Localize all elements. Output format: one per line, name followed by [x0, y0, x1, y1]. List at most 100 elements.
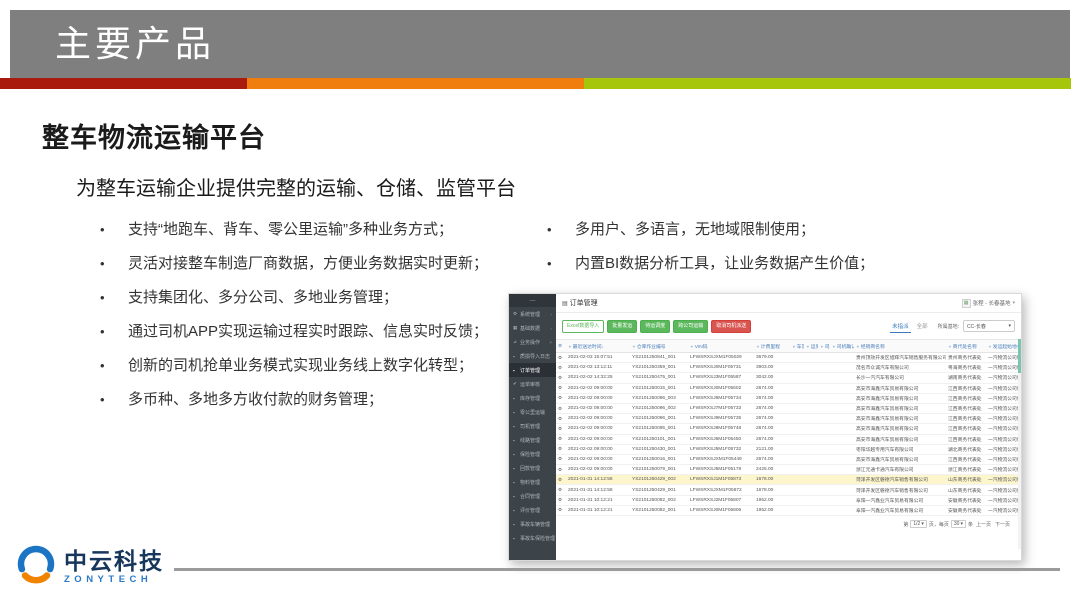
- base-select[interactable]: CC-长春 ▾: [963, 320, 1015, 332]
- cell-vin-link[interactable]: LFWSRXSJ7M1F05733: [688, 403, 754, 413]
- table-header-cell[interactable]: ▼仓库作业编号: [630, 340, 688, 353]
- cell-vin-link[interactable]: LFWSRXSJ0M1F05806: [688, 505, 754, 515]
- sidebar-item[interactable]: ▪ 质损导入日志: [509, 349, 556, 363]
- table-row[interactable]: ⚙ 2021-02-02 09:00:00 YS2101250101_001 L…: [556, 434, 1021, 444]
- menu-icon: —: [530, 298, 536, 304]
- table-row[interactable]: ⚙ 2021-01-31 14:12:58 YS2101250429_001 L…: [556, 485, 1021, 495]
- table-header-cell[interactable]: ▼最近送达时间↓: [566, 340, 630, 353]
- cell-vin-link[interactable]: LFWSRXSJ2M1F05807: [688, 495, 754, 505]
- scrollbar[interactable]: [1018, 339, 1021, 549]
- user-menu[interactable]: ▦ 张程 - 长春基地 ▾: [962, 299, 1015, 308]
- toolbar-button[interactable]: 跨公司运输: [673, 320, 708, 333]
- cell-dealer: 茂名市众诚汽车有限公司: [854, 363, 946, 373]
- cell-vin-link[interactable]: LFWSRXSJXM1F05029: [688, 353, 754, 363]
- sidebar-item[interactable]: ⊿ 业务操作 ˅: [509, 335, 556, 349]
- table-row[interactable]: ⚙ 2021-02-02 14:32:25 YS2101250475_001 L…: [556, 373, 1021, 383]
- table-header-cell[interactable]: ▼VIN码: [688, 340, 754, 353]
- sidebar-item[interactable]: ▪ 回款管理: [509, 461, 556, 475]
- scrollbar-thumb[interactable]: [1018, 339, 1021, 373]
- table-header-cell[interactable]: ▼运到时间: [804, 340, 818, 353]
- table-row[interactable]: ⚙ 2021-02-02 09:00:00 YS2101250096_003 L…: [556, 393, 1021, 403]
- table-header-cell[interactable]: ▼计费里程: [754, 340, 790, 353]
- sidebar-item[interactable]: ▪ 物料管理: [509, 475, 556, 489]
- table-header-cell[interactable]: ▼司机: [818, 340, 830, 353]
- sidebar-item[interactable]: ▪ 事故车保险管理: [509, 531, 556, 545]
- next-page-link[interactable]: 下一页: [994, 521, 1011, 528]
- sidebar-item[interactable]: ▪ 合同管理: [509, 489, 556, 503]
- table-row[interactable]: ⚙ 2021-02-02 09:00:00 YS2101250016_001 L…: [556, 454, 1021, 464]
- sidebar-item[interactable]: ▪ 评价管理: [509, 503, 556, 517]
- cell-vin-link[interactable]: LFWSRXSJ6M1F05450: [688, 434, 754, 444]
- cell-vin-link[interactable]: LFWSRXSJXM1F05449: [688, 454, 754, 464]
- toolbar-button[interactable]: 取消司机派送: [711, 320, 751, 333]
- table-header-cell[interactable]: ▼发运起始地名称: [986, 340, 1021, 353]
- table-row[interactable]: ⚙ 2021-02-02 09:00:00 YS2101250015_001 L…: [556, 383, 1021, 393]
- row-gear-icon[interactable]: ⚙: [556, 475, 566, 485]
- row-gear-icon[interactable]: ⚙: [556, 424, 566, 434]
- cell-arrival-time: [804, 444, 818, 454]
- table-header-cell[interactable]: ▼车队名称: [790, 340, 804, 353]
- sidebar-item[interactable]: ▪ 保险管理: [509, 447, 556, 461]
- cell-vin-link[interactable]: LFWSRXSJ6M1F05734: [688, 393, 754, 403]
- sidebar-item[interactable]: ▪ 订单管理: [509, 363, 556, 377]
- prev-page-link[interactable]: 上一页: [975, 521, 992, 528]
- sidebar-item-icon: ▪: [513, 368, 518, 373]
- row-gear-icon[interactable]: ⚙: [556, 353, 566, 363]
- sidebar-item[interactable]: ▪ 线路管理: [509, 433, 556, 447]
- table-row[interactable]: ⚙ 2021-01-31 14:12:58 YS2101250429_002 L…: [556, 475, 1021, 485]
- cell-vin-link[interactable]: LFWSRXSJ1M1F05873: [688, 475, 754, 485]
- row-gear-icon[interactable]: ⚙: [556, 495, 566, 505]
- table-row[interactable]: ⚙ 2021-01-31 10:12:21 YS2101250082_001 L…: [556, 505, 1021, 515]
- cell-vin-link[interactable]: LFWSRXSJ3M1F05587: [688, 373, 754, 383]
- cell-vin-link[interactable]: LFWSRXSJ8M1F05748: [688, 424, 754, 434]
- table-row[interactable]: ⚙ 2021-02-02 09:00:00 YS2101250096_002 L…: [556, 403, 1021, 413]
- row-gear-icon[interactable]: ⚙: [556, 383, 566, 393]
- filter-tab[interactable]: 全部: [915, 320, 930, 332]
- cell-vin-link[interactable]: LFWSRXSJ5M1F05178: [688, 465, 754, 475]
- cell-vin-link[interactable]: LFWSRXSJ5M1F05732: [688, 444, 754, 454]
- table-row[interactable]: ⚙ 2021-02-03 13:12:11 YS2101250359_001 L…: [556, 363, 1021, 373]
- table-header-cell[interactable]: ▼商代处名称: [946, 340, 986, 353]
- table-row[interactable]: ⚙ 2021-01-31 10:12:21 YS2101250082_002 L…: [556, 495, 1021, 505]
- table-row[interactable]: ⚙ 2021-02-02 09:00:00 YS2101250079_001 L…: [556, 465, 1021, 475]
- table-row[interactable]: ⚙ 2021-02-02 09:00:00 YS2101250095_001 L…: [556, 424, 1021, 434]
- cell-job-number: YS2101250079_001: [630, 465, 688, 475]
- sidebar-item[interactable]: ▦ 基础数据 ‹: [509, 321, 556, 335]
- row-gear-icon[interactable]: ⚙: [556, 373, 566, 383]
- filter-tab[interactable]: 未指派: [890, 320, 911, 333]
- toolbar-button[interactable]: 待运调度: [640, 320, 670, 333]
- toolbar-button[interactable]: 批量发运: [607, 320, 637, 333]
- cell-vin-link[interactable]: LFWSRXSJ9M1F05735: [688, 414, 754, 424]
- sidebar-item-label: 库存管理: [520, 395, 540, 402]
- table-row[interactable]: ⚙ 2021-02-03 15:07:51 YS2101250841_001 L…: [556, 353, 1021, 363]
- sidebar-item[interactable]: ⚙ 系统管理 ‹: [509, 307, 556, 321]
- page-size-select[interactable]: 30 ▾: [951, 520, 966, 528]
- row-gear-icon[interactable]: ⚙: [556, 393, 566, 403]
- row-gear-icon[interactable]: ⚙: [556, 363, 566, 373]
- row-gear-icon[interactable]: ⚙: [556, 434, 566, 444]
- sidebar-item[interactable]: ▪ 司机管理: [509, 419, 556, 433]
- bullet-item: 支持“地跑车、背车、零公里运输”多种业务方式；: [128, 222, 518, 238]
- sidebar-item[interactable]: ▪ 事故车辆管理: [509, 517, 556, 531]
- sidebar-item-label: 司机管理: [520, 423, 540, 430]
- page-select[interactable]: 1/2 ▾: [910, 520, 926, 528]
- sidebar-item[interactable]: ▪ 零公里运输: [509, 405, 556, 419]
- cell-vin-link[interactable]: LFWSRXSJ0M1F05731: [688, 363, 754, 373]
- row-gear-icon[interactable]: ⚙: [556, 444, 566, 454]
- row-gear-icon[interactable]: ⚙: [556, 454, 566, 464]
- table-header-cell[interactable]: ▼司机确认时间: [830, 340, 854, 353]
- row-gear-icon[interactable]: ⚙: [556, 403, 566, 413]
- row-gear-icon[interactable]: ⚙: [556, 485, 566, 495]
- table-row[interactable]: ⚙ 2021-02-02 09:00:00 YS2101250096_001 L…: [556, 414, 1021, 424]
- row-gear-icon[interactable]: ⚙: [556, 465, 566, 475]
- gear-icon[interactable]: ⚙: [556, 340, 566, 353]
- table-header-cell[interactable]: ▼经销商名称: [854, 340, 946, 353]
- row-gear-icon[interactable]: ⚙: [556, 505, 566, 515]
- row-gear-icon[interactable]: ⚙: [556, 414, 566, 424]
- table-row[interactable]: ⚙ 2021-02-02 09:00:00 YS2101250430_001 L…: [556, 444, 1021, 454]
- toolbar-button[interactable]: Excel数据导入: [562, 320, 604, 333]
- sidebar-item[interactable]: ▪ 库存管理: [509, 391, 556, 405]
- sidebar-item[interactable]: ✔ 运单审核: [509, 377, 556, 391]
- cell-vin-link[interactable]: LFWSRXSJ0M1F05602: [688, 383, 754, 393]
- cell-vin-link[interactable]: LFWSRXSJXM1F05872: [688, 485, 754, 495]
